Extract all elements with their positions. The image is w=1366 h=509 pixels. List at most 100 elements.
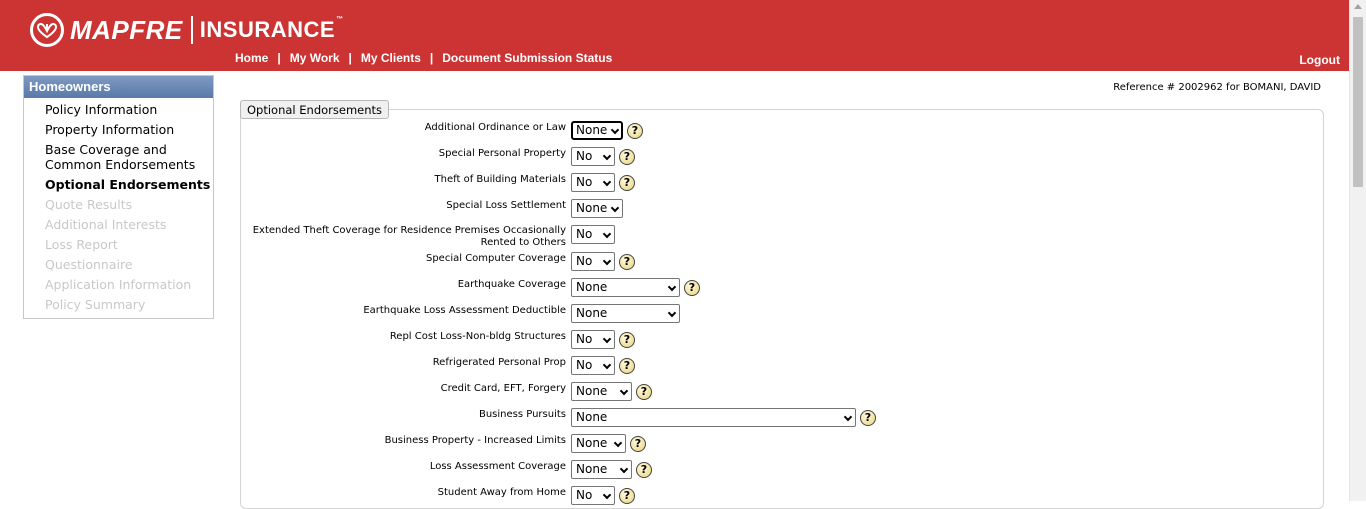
field-row: Earthquake Coverage None?: [240, 278, 700, 297]
scroll-up-arrow-icon[interactable]: [1354, 4, 1362, 9]
sidebar-item-quote-results: Quote Results: [45, 197, 133, 212]
field-control: None?: [571, 278, 700, 297]
sidebar-item-base-coverage[interactable]: Base Coverage and Common Endorsements: [24, 142, 213, 172]
help-icon[interactable]: ?: [860, 409, 876, 426]
field-control: None?: [571, 434, 646, 453]
nav-separator: |: [348, 51, 352, 65]
select-value: No: [576, 149, 593, 163]
field-row: Refrigerated Personal Prop No?: [240, 356, 635, 375]
sidebar-item-optional-endorsements[interactable]: Optional Endorsements: [24, 177, 213, 192]
help-icon[interactable]: ?: [619, 148, 635, 165]
chevron-down-icon: [613, 438, 623, 448]
select-value: None: [576, 306, 608, 320]
field-select[interactable]: No: [571, 147, 615, 166]
field-row: Extended Theft Coverage for Residence Pr…: [240, 225, 615, 249]
sidebar: Homeowners Policy Information Property I…: [23, 75, 214, 319]
field-label: Extended Theft Coverage for Residence Pr…: [252, 225, 566, 248]
field-select[interactable]: None: [571, 278, 680, 297]
help-icon[interactable]: ?: [636, 383, 652, 400]
field-row: Earthquake Loss Assessment Deductible Non…: [240, 304, 680, 323]
field-row: Business Property - Increased Limits None…: [240, 434, 646, 453]
field-control: None: [571, 199, 623, 218]
field-select[interactable]: No: [571, 173, 615, 192]
field-label: Loss Assessment Coverage: [429, 461, 566, 472]
field-row: Business Pursuits None?: [240, 408, 876, 427]
field-label: Business Pursuits: [478, 409, 566, 420]
mapfre-emblem-icon: [30, 13, 64, 47]
field-label: Earthquake Coverage: [457, 279, 566, 290]
chevron-down-icon: [602, 360, 612, 370]
chevron-down-icon: [843, 412, 853, 422]
logout-link[interactable]: Logout: [1299, 53, 1340, 67]
chevron-down-icon: [610, 203, 620, 213]
nav-my-clients[interactable]: My Clients: [361, 51, 421, 65]
field-label: Special Loss Settlement: [446, 200, 566, 211]
help-icon[interactable]: ?: [684, 279, 700, 296]
top-nav: Home | My Work | My Clients | Document S…: [235, 51, 612, 65]
help-icon[interactable]: ?: [619, 331, 635, 348]
field-select[interactable]: None: [571, 304, 680, 323]
field-select[interactable]: None: [571, 199, 623, 218]
select-value: None: [576, 462, 608, 476]
field-select[interactable]: No: [571, 252, 615, 271]
field-select[interactable]: No: [571, 330, 615, 349]
select-value: No: [576, 332, 593, 346]
select-value: No: [576, 488, 593, 502]
nav-document-submission-status[interactable]: Document Submission Status: [442, 51, 612, 65]
sidebar-item-policy-summary: Policy Summary: [45, 297, 146, 312]
chevron-down-icon: [667, 308, 677, 318]
field-row: Loss Assessment Coverage None?: [240, 460, 652, 479]
help-icon[interactable]: ?: [619, 174, 635, 191]
sidebar-item-application-information: Application Information: [45, 277, 192, 292]
select-value: None: [576, 123, 608, 137]
sidebar-item-loss-report: Loss Report: [45, 237, 118, 252]
section-title: Optional Endorsements: [240, 100, 390, 119]
field-label: Credit Card, EFT, Forgery: [440, 383, 566, 394]
chevron-down-icon: [602, 256, 612, 266]
select-value: None: [576, 410, 608, 424]
page-scrollbar[interactable]: [1349, 0, 1366, 501]
sidebar-item-property-information[interactable]: Property Information: [24, 122, 213, 137]
field-row: Additional Ordinance or Law None?: [240, 121, 643, 140]
sidebar-item-questionnaire: Questionnaire: [45, 257, 133, 272]
field-label: Student Away from Home: [437, 487, 566, 498]
field-row: Student Away from Home No?: [240, 486, 635, 505]
chevron-down-icon: [667, 282, 677, 292]
field-select[interactable]: None: [571, 121, 623, 140]
help-icon[interactable]: ?: [630, 435, 646, 452]
scroll-thumb[interactable]: [1353, 17, 1363, 187]
field-select[interactable]: None: [571, 408, 856, 427]
help-icon[interactable]: ?: [627, 122, 643, 139]
nav-my-work[interactable]: My Work: [290, 51, 340, 65]
chevron-down-icon: [602, 177, 612, 187]
field-control: None?: [571, 382, 652, 401]
field-label: Special Personal Property: [438, 148, 566, 159]
field-label: Repl Cost Loss-Non-bldg Structures: [389, 331, 566, 342]
nav-separator: |: [429, 51, 434, 65]
field-select[interactable]: No: [571, 225, 615, 244]
sidebar-item-policy-information[interactable]: Policy Information: [24, 102, 213, 117]
chevron-down-icon: [602, 151, 612, 161]
field-row: Special Loss Settlement None: [240, 199, 623, 218]
nav-home[interactable]: Home: [235, 51, 268, 65]
chevron-down-icon: [602, 334, 612, 344]
help-icon[interactable]: ?: [619, 357, 635, 374]
sidebar-item-additional-interests: Additional Interests: [45, 217, 167, 232]
help-icon[interactable]: ?: [636, 461, 652, 478]
field-select[interactable]: None: [571, 434, 626, 453]
help-icon[interactable]: ?: [619, 253, 635, 270]
field-select[interactable]: None: [571, 382, 632, 401]
field-select[interactable]: No: [571, 486, 615, 505]
mapfre-logo[interactable]: MAPFRE INSURANCE ™: [30, 12, 343, 48]
sidebar-title: Homeowners: [24, 76, 213, 98]
field-control: None?: [571, 121, 643, 140]
field-control: None?: [571, 460, 652, 479]
field-select[interactable]: None: [571, 460, 632, 479]
chevron-down-icon: [610, 125, 620, 135]
trademark-mark: ™: [336, 16, 344, 23]
field-select[interactable]: No: [571, 356, 615, 375]
field-label: Business Property - Increased Limits: [384, 435, 566, 446]
field-label: Additional Ordinance or Law: [424, 122, 566, 133]
help-icon[interactable]: ?: [619, 487, 635, 504]
field-label: Earthquake Loss Assessment Deductible: [363, 305, 566, 316]
